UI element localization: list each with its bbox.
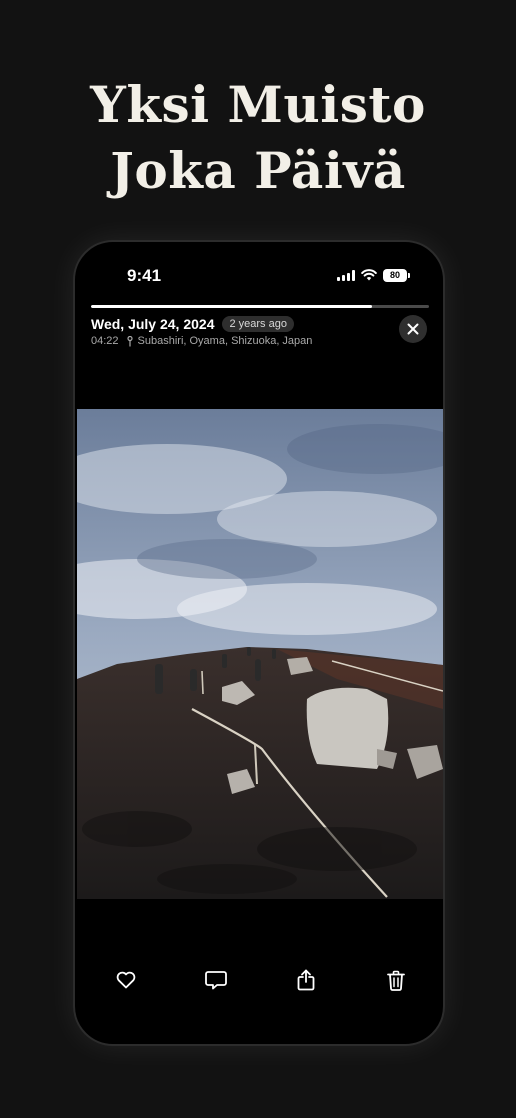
status-bar: 9:41 80 xyxy=(75,242,443,302)
close-button[interactable] xyxy=(399,315,427,343)
trash-icon xyxy=(387,970,405,991)
heart-icon xyxy=(116,971,136,989)
share-button[interactable] xyxy=(293,967,319,993)
memory-location-text: Subashiri, Oyama, Shizuoka, Japan xyxy=(137,335,313,347)
battery-icon: 80 xyxy=(383,268,410,282)
phone-frame: 9:41 80 Wed, July 24, 2024 2 years ago 0… xyxy=(73,240,445,1046)
headline-line-1: Yksi Muisto xyxy=(90,75,426,134)
memory-date-row: Wed, July 24, 2024 2 years ago xyxy=(91,316,294,332)
relative-time-badge: 2 years ago xyxy=(222,316,294,332)
status-icons: 80 xyxy=(337,268,410,282)
headline-line-2: Joka Päivä xyxy=(110,141,406,200)
memory-toolbar xyxy=(75,967,443,997)
memory-photo[interactable] xyxy=(77,409,443,899)
battery-level: 80 xyxy=(389,270,400,280)
headline: Yksi Muisto Joka Päivä xyxy=(0,72,516,204)
memory-time: 04:22 xyxy=(91,335,119,347)
comment-button[interactable] xyxy=(203,967,229,993)
story-progress-fill xyxy=(91,305,372,308)
comment-icon xyxy=(205,971,227,990)
story-progress-bar xyxy=(91,305,429,308)
share-icon xyxy=(297,969,315,991)
memory-date: Wed, July 24, 2024 xyxy=(91,316,215,332)
like-button[interactable] xyxy=(113,967,139,993)
wifi-icon xyxy=(361,269,377,281)
cellular-signal-icon xyxy=(337,269,355,281)
memory-meta-row: 04:22 Subashiri, Oyama, Shizuoka, Japan xyxy=(91,335,312,347)
location-pin-icon xyxy=(126,335,133,346)
delete-button[interactable] xyxy=(383,967,409,993)
close-icon xyxy=(407,323,419,335)
memory-location[interactable]: Subashiri, Oyama, Shizuoka, Japan xyxy=(126,335,313,347)
status-time: 9:41 xyxy=(127,266,162,285)
